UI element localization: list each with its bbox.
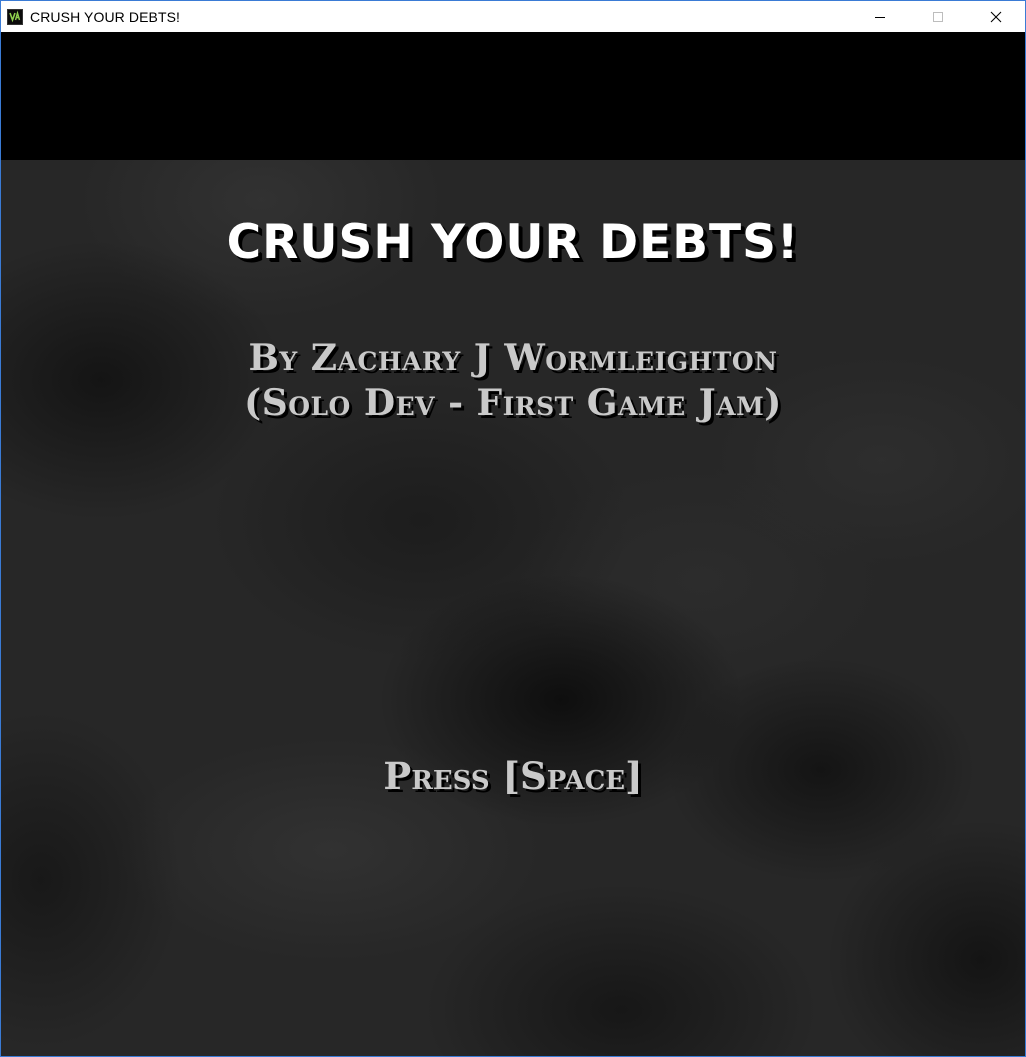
title-screen[interactable]: CRUSH YOUR DEBTS! By Zachary J Wormleigh… <box>1 160 1025 1056</box>
app-icon[interactable] <box>7 8 23 25</box>
minimize-button[interactable] <box>851 1 909 32</box>
maximize-button[interactable] <box>909 1 967 32</box>
minimize-icon <box>875 16 885 18</box>
close-button[interactable] <box>967 1 1025 32</box>
close-icon <box>990 11 1002 22</box>
maximize-icon <box>933 11 943 22</box>
author-credit: By Zachary J Wormleighton <box>248 337 778 379</box>
game-window: CRUSH YOUR DEBTS! CRUSH YOUR DEBTS! By Z… <box>0 0 1026 1057</box>
window-controls <box>851 1 1025 32</box>
window-title: CRUSH YOUR DEBTS! <box>30 8 181 25</box>
letterbox-bar <box>1 32 1025 160</box>
jam-credit: (Solo Dev - First Game Jam) <box>244 382 782 424</box>
game-title: CRUSH YOUR DEBTS! <box>226 215 800 270</box>
window-titlebar[interactable]: CRUSH YOUR DEBTS! <box>1 1 1025 32</box>
press-space-prompt: Press [Space] <box>383 754 643 798</box>
